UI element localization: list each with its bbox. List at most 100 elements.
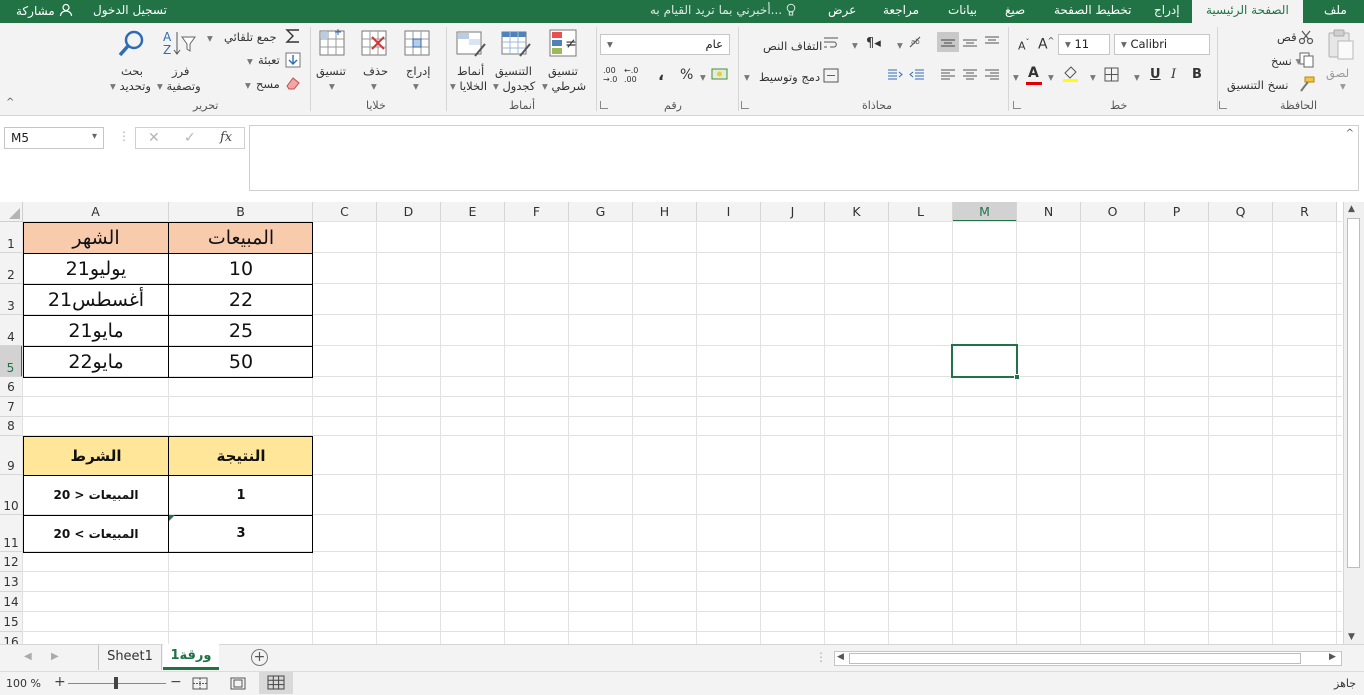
align-middle-selected[interactable]: [937, 32, 959, 52]
borders-icon[interactable]: [1104, 67, 1119, 82]
scroll-left-arrow-icon[interactable]: ◀: [837, 652, 844, 662]
column-header-Q[interactable]: Q: [1209, 202, 1273, 222]
row-header-5[interactable]: 5: [0, 346, 23, 377]
conditional-formatting-label-2[interactable]: ▾ شرطي: [542, 79, 586, 93]
shrink-font-button[interactable]: Aˇ: [1018, 38, 1030, 53]
column-header-K[interactable]: K: [825, 202, 889, 222]
column-header-G[interactable]: G: [569, 202, 633, 222]
cut-button[interactable]: قص: [1277, 30, 1297, 44]
column-header-E[interactable]: E: [441, 202, 505, 222]
zoom-level[interactable]: 100 %: [6, 677, 41, 690]
find-select-label-1[interactable]: بحث: [121, 64, 143, 78]
fill-color-dropdown[interactable]: ▾: [1048, 70, 1054, 84]
currency-icon[interactable]: [711, 66, 729, 82]
zoom-slider-thumb[interactable]: [114, 677, 118, 689]
zoom-in-button[interactable]: +: [54, 674, 66, 690]
insert-cells-button[interactable]: إدراج: [406, 64, 431, 78]
increase-decimal-button[interactable]: ←.0.00: [624, 66, 638, 84]
column-header-L[interactable]: L: [889, 202, 953, 222]
clear-dropdown[interactable]: ▾: [245, 78, 251, 92]
selected-cell-M5[interactable]: [951, 344, 1018, 378]
row-header-9[interactable]: 9: [0, 436, 23, 475]
format-painter-button[interactable]: نسخ التنسيق: [1227, 78, 1289, 92]
cancel-entry-icon[interactable]: ✕: [148, 130, 160, 146]
row-header-3[interactable]: 3: [0, 284, 23, 315]
vertical-scroll-thumb[interactable]: [1347, 218, 1360, 568]
scroll-right-arrow-icon[interactable]: ▶: [1329, 652, 1336, 662]
horizontal-scrollbar[interactable]: ◀ ▶: [834, 651, 1342, 666]
align-left-icon[interactable]: [940, 68, 956, 82]
tab-file[interactable]: ملف: [1324, 3, 1347, 17]
insert-cells-dropdown[interactable]: ▾: [413, 79, 419, 93]
clipboard-dialog-launcher[interactable]: [1219, 101, 1227, 109]
font-dialog-launcher[interactable]: [1013, 101, 1021, 109]
autosum-button[interactable]: جمع تلقائي: [224, 30, 277, 44]
column-header-H[interactable]: H: [633, 202, 697, 222]
font-size-select[interactable]: ▾ 11: [1058, 34, 1110, 55]
row-header-14[interactable]: 14: [0, 592, 23, 612]
increase-indent-icon[interactable]: [887, 68, 903, 82]
sort-filter-label-1[interactable]: فرز: [172, 64, 189, 78]
column-header-N[interactable]: N: [1017, 202, 1081, 222]
column-header-A[interactable]: A: [23, 202, 169, 222]
next-sheet-arrow-icon[interactable]: ▶: [51, 651, 59, 662]
column-header-B[interactable]: B: [169, 202, 313, 222]
grow-font-button[interactable]: A^: [1038, 36, 1054, 53]
tab-page-layout[interactable]: تخطيط الصفحة: [1054, 3, 1131, 17]
tab-view[interactable]: عرض: [828, 3, 856, 17]
row-header-2[interactable]: 2: [0, 253, 23, 284]
font-color-button[interactable]: A: [1028, 65, 1039, 81]
delete-cells-dropdown[interactable]: ▾: [371, 79, 377, 93]
column-header-C[interactable]: C: [313, 202, 377, 222]
tab-formulas[interactable]: صيغ: [1005, 3, 1025, 17]
rtl-dropdown[interactable]: ▾: [852, 38, 858, 52]
orientation-icon[interactable]: ab: [908, 35, 924, 51]
row-header-12[interactable]: 12: [0, 552, 23, 572]
fill-color-icon[interactable]: [1062, 65, 1079, 82]
tab-data[interactable]: بيانات: [948, 3, 977, 17]
confirm-entry-icon[interactable]: ✓: [184, 130, 196, 146]
font-color-dropdown[interactable]: ▾: [1013, 70, 1019, 84]
number-dialog-launcher[interactable]: [600, 101, 608, 109]
collapse-formula-bar-icon[interactable]: ^: [1346, 128, 1354, 139]
share-button[interactable]: مشاركة: [16, 3, 73, 18]
rtl-button[interactable]: ¶◂: [866, 36, 881, 51]
italic-button[interactable]: I: [1171, 67, 1176, 82]
fill-handle[interactable]: [1014, 374, 1020, 380]
row-header-4[interactable]: 4: [0, 315, 23, 346]
autosum-dropdown[interactable]: ▾: [207, 31, 213, 45]
select-all-button[interactable]: [0, 202, 23, 222]
comma-button[interactable]: ،: [658, 65, 664, 84]
scroll-down-arrow-icon[interactable]: ▼: [1348, 632, 1355, 642]
column-header-O[interactable]: O: [1081, 202, 1145, 222]
fill-button[interactable]: تعبئة: [258, 53, 280, 67]
row-header-15[interactable]: 15: [0, 612, 23, 632]
sheet-tab-sheet1[interactable]: Sheet1: [98, 645, 162, 670]
formula-input[interactable]: ^: [249, 125, 1359, 191]
percent-button[interactable]: %: [680, 67, 693, 83]
sheet-tab-active[interactable]: ورقة1: [163, 644, 219, 670]
tab-split-grip[interactable]: ⋮: [815, 650, 827, 664]
currency-dropdown[interactable]: ▾: [700, 70, 706, 84]
new-sheet-plus-icon[interactable]: +: [251, 649, 268, 666]
page-break-view-icon[interactable]: [192, 677, 208, 690]
row-header-10[interactable]: 10: [0, 475, 23, 515]
format-cells-button[interactable]: تنسيق: [316, 64, 346, 78]
conditional-formatting-label-1[interactable]: تنسيق: [548, 64, 578, 78]
column-header-M[interactable]: M: [953, 202, 1017, 222]
number-format-select[interactable]: ▾ عام: [600, 34, 730, 55]
format-as-table-label-2[interactable]: ▾ كجدول: [493, 79, 535, 93]
wrap-text-button[interactable]: التفاف النص: [763, 39, 822, 53]
name-box[interactable]: M5 ▾: [4, 127, 104, 149]
cell-styles-label-2[interactable]: ▾ الخلايا: [450, 79, 487, 93]
copy-button[interactable]: نسخ ▾: [1271, 54, 1301, 68]
fill-dropdown[interactable]: ▾: [247, 54, 253, 68]
column-header-R[interactable]: R: [1273, 202, 1337, 222]
find-select-label-2[interactable]: ▾ وتحديد: [110, 79, 151, 93]
collapse-ribbon-button[interactable]: ^: [6, 97, 14, 108]
bold-button[interactable]: B: [1192, 67, 1202, 82]
align-right-icon[interactable]: [984, 68, 1000, 82]
zoom-out-button[interactable]: −: [170, 674, 182, 690]
clear-button[interactable]: مسح: [256, 77, 280, 91]
column-header-I[interactable]: I: [697, 202, 761, 222]
